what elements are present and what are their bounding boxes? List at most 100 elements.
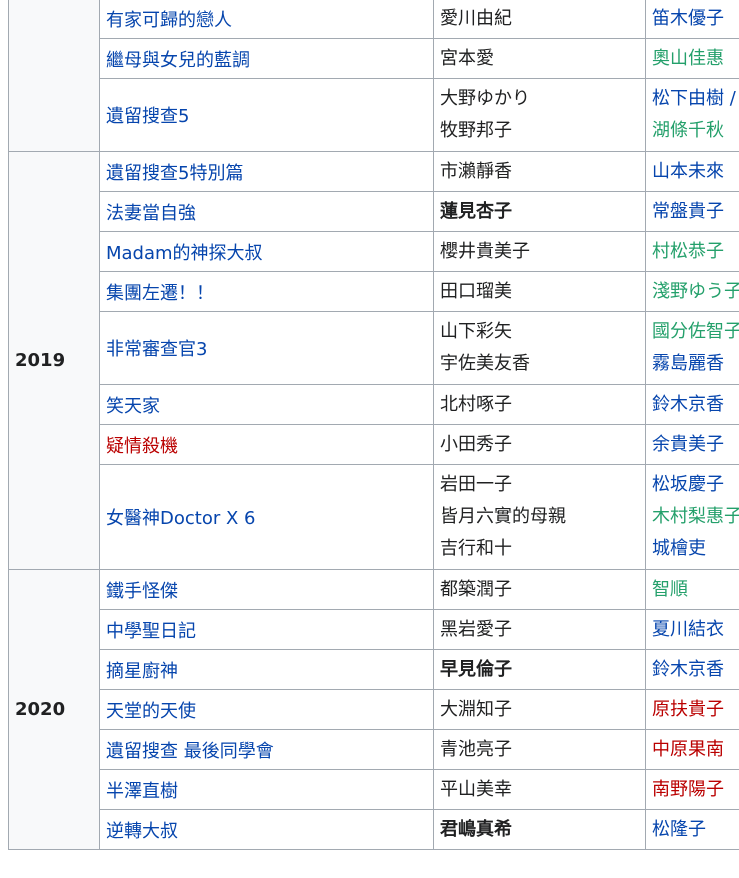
- drama-title-link[interactable]: 疑情殺機: [106, 436, 178, 457]
- costar-link[interactable]: 松下由樹 /: [652, 83, 739, 115]
- role-name: 市瀨靜香: [440, 160, 512, 182]
- drama-title-link[interactable]: 繼母與女兒的藍調: [106, 50, 250, 71]
- costar-link[interactable]: 松坂慶子: [652, 469, 739, 501]
- table-row: 繼母與女兒的藍調 宮本愛 奧山佳惠: [9, 38, 739, 79]
- costar-link[interactable]: 鈴木京香: [652, 654, 739, 686]
- costar-link[interactable]: 淺野ゆう子: [652, 276, 739, 308]
- role-cell: 都築潤子: [433, 569, 646, 610]
- drama-title-cell: 有家可歸的戀人: [99, 0, 434, 39]
- role-cell: 田口瑠美: [433, 271, 646, 312]
- costar-link[interactable]: 國分佐智子: [652, 316, 739, 348]
- table-row: 2019 遺留搜查5特別篇 市瀨靜香 山本未來: [8, 151, 739, 570]
- role-cell: 平山美幸: [433, 769, 646, 810]
- drama-title-cell: 遺留搜查 最後同學會: [99, 729, 434, 770]
- costar-cell: 笛木優子: [645, 0, 739, 39]
- costar-cell: 村松恭子: [645, 231, 739, 272]
- costar-link[interactable]: 木村梨惠子: [652, 501, 739, 533]
- drama-title-link[interactable]: 笑天家: [106, 396, 160, 417]
- drama-title-cell: 遺留搜查5: [99, 78, 434, 152]
- year-cell: [8, 0, 100, 152]
- filmography-table: 有家可歸的戀人 愛川由紀 笛木優子 繼母與女兒的藍調 宮本愛 奧山佳惠 遺留搜查5 大野ゆかり…: [8, 0, 739, 850]
- drama-title-cell: Madam的神探大叔: [99, 231, 434, 272]
- role-name: 山下彩矢: [440, 321, 512, 342]
- role-name: 牧野邦子: [440, 120, 512, 141]
- costar-link[interactable]: 笛木優子: [652, 3, 739, 35]
- costar-cell: 常盤貴子: [645, 191, 739, 232]
- drama-title-cell: 法妻當自強: [99, 191, 434, 232]
- drama-title-link[interactable]: 天堂的天使: [106, 701, 196, 722]
- table-row: 逆轉大叔 君嶋真希 松隆子: [9, 809, 739, 850]
- costar-link[interactable]: 山本未來: [652, 156, 739, 188]
- drama-title-link[interactable]: 摘星廚神: [106, 661, 178, 682]
- role-name: 宇佐美友香: [440, 353, 530, 374]
- table-row: 遺留搜查 最後同學會 青池亮子 中原果南: [9, 729, 739, 770]
- drama-title-link[interactable]: 鐵手怪傑: [106, 581, 178, 602]
- costar-cell: 松坂慶子 木村梨惠子 城檜吏: [645, 464, 739, 570]
- role-name: 早見倫子: [440, 658, 512, 680]
- costar-link[interactable]: 奧山佳惠: [652, 43, 739, 75]
- drama-title-link[interactable]: 遺留搜查5特別篇: [106, 163, 243, 184]
- drama-title-link[interactable]: 逆轉大叔: [106, 821, 178, 842]
- costar-link[interactable]: 鈴木京香: [652, 389, 739, 421]
- costar-cell: 余貴美子: [645, 424, 739, 465]
- role-cell: 青池亮子: [433, 729, 646, 770]
- drama-title-cell: 半澤直樹: [99, 769, 434, 810]
- costar-cell: 奧山佳惠: [645, 38, 739, 79]
- costar-cell: 夏川結衣: [645, 609, 739, 650]
- drama-title-link[interactable]: 中學聖日記: [106, 621, 196, 642]
- table-row: 疑情殺機 小田秀子 余貴美子: [9, 424, 739, 465]
- role-name: 黑岩愛子: [440, 618, 512, 640]
- drama-title-link[interactable]: 法妻當自強: [106, 203, 196, 224]
- drama-title-link[interactable]: Madam的神探大叔: [106, 243, 263, 264]
- drama-title-cell: 集團左遷！！: [99, 271, 434, 312]
- costar-link[interactable]: 南野陽子: [652, 774, 739, 806]
- role-name: 宮本愛: [440, 47, 494, 69]
- role-name: 小田秀子: [440, 433, 512, 455]
- role-name: 大淵知子: [440, 698, 512, 720]
- table-row: Madam的神探大叔 櫻井貴美子 村松恭子: [9, 231, 739, 272]
- costar-link[interactable]: 余貴美子: [652, 429, 739, 461]
- drama-title-link[interactable]: 非常審查官3: [106, 339, 207, 360]
- costar-link[interactable]: 智順: [652, 574, 739, 606]
- costar-cell: 松下由樹 / 湖條千秋: [645, 78, 739, 152]
- role-cell: 山下彩矢 宇佐美友香: [433, 311, 646, 385]
- drama-title-link[interactable]: 女醫神Doctor X 6: [106, 508, 255, 529]
- role-cell: 市瀨靜香: [433, 151, 646, 192]
- table-row: 遺留搜查5 大野ゆかり 牧野邦子 松下由樹 / 湖條千秋: [9, 78, 739, 152]
- costar-link[interactable]: 村松恭子: [652, 236, 739, 268]
- costar-link[interactable]: 中原果南: [652, 734, 739, 766]
- costar-cell: 原扶貴子: [645, 689, 739, 730]
- table-viewport: 有家可歸的戀人 愛川由紀 笛木優子 繼母與女兒的藍調 宮本愛 奧山佳惠 遺留搜查5 大野ゆかり…: [0, 0, 739, 878]
- costar-cell: 南野陽子: [645, 769, 739, 810]
- drama-title-link[interactable]: 半澤直樹: [106, 781, 178, 802]
- costar-link[interactable]: 常盤貴子: [652, 196, 739, 228]
- costar-link[interactable]: 城檜吏: [652, 533, 739, 565]
- role-cell: 君嶋真希: [433, 809, 646, 850]
- role-cell: 櫻井貴美子: [433, 231, 646, 272]
- drama-title-link[interactable]: 集團左遷！！: [106, 283, 214, 304]
- costar-link[interactable]: 原扶貴子: [652, 694, 739, 726]
- role-name: 平山美幸: [440, 778, 512, 800]
- table-row: 2020 鐵手怪傑 都築潤子 智順: [8, 569, 739, 850]
- drama-title-cell: 鐵手怪傑: [99, 569, 434, 610]
- drama-title-cell: 非常審查官3: [99, 311, 434, 385]
- costar-cell: 中原果南: [645, 729, 739, 770]
- costar-link[interactable]: 霧島麗香: [652, 348, 739, 380]
- drama-title-cell: 中學聖日記: [99, 609, 434, 650]
- drama-title-link[interactable]: 遺留搜查5: [106, 106, 189, 127]
- costar-link[interactable]: 湖條千秋: [652, 115, 739, 147]
- table-row: 笑天家 北村啄子 鈴木京香: [9, 384, 739, 425]
- role-name: 愛川由紀: [440, 7, 512, 29]
- drama-title-cell: 繼母與女兒的藍調: [99, 38, 434, 79]
- table-row: 法妻當自強 蓮見杏子 常盤貴子: [9, 191, 739, 232]
- drama-title-link[interactable]: 有家可歸的戀人: [106, 10, 232, 31]
- role-cell: 蓮見杏子: [433, 191, 646, 232]
- drama-title-cell: 摘星廚神: [99, 649, 434, 690]
- costar-cell: 山本未來: [645, 151, 739, 192]
- drama-title-link[interactable]: 遺留搜查 最後同學會: [106, 741, 274, 762]
- role-name: 岩田一子: [440, 474, 512, 495]
- costar-link[interactable]: 松隆子: [652, 814, 739, 846]
- drama-title-cell: 天堂的天使: [99, 689, 434, 730]
- costar-link[interactable]: 夏川結衣: [652, 614, 739, 646]
- costar-cell: 淺野ゆう子: [645, 271, 739, 312]
